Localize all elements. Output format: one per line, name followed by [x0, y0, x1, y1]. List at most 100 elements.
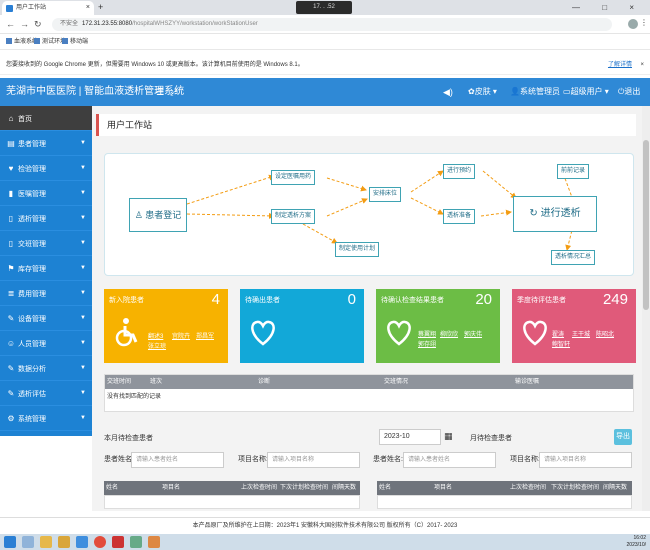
forward-arrow-icon[interactable]: → — [20, 18, 29, 30]
fullscreen-icon[interactable]: ⤢ — [170, 78, 177, 106]
new-tab-button[interactable]: + — [98, 1, 103, 13]
sidebar-item-system[interactable]: ⚙ 系统管理 ▼ — [0, 406, 92, 431]
sidebar-item-home[interactable]: ⌂ 首页 — [0, 106, 92, 131]
sidebar-item-devices[interactable]: ✎ 设备管理 ▼ — [0, 306, 92, 331]
tab-close-icon[interactable]: × — [86, 1, 90, 15]
document-icon: ▯ — [8, 214, 14, 223]
column-header[interactable]: 项目名 — [162, 481, 180, 495]
folder-icon[interactable] — [40, 536, 52, 548]
node-make-usage[interactable]: 制定使用计划 — [335, 242, 380, 257]
close-icon[interactable]: × — [640, 55, 644, 75]
sidebar-item-orders[interactable]: ▮ 医嘱管理 ▼ — [0, 181, 92, 206]
scrollbar-thumb[interactable] — [643, 140, 649, 310]
menu-dots-icon[interactable]: ⋮ — [640, 18, 648, 27]
item-name-input-left[interactable]: 请输入项目名称 — [267, 452, 360, 468]
column-header[interactable]: 交班时间 — [107, 375, 131, 389]
column-header[interactable]: 下次计划检查时间 — [280, 481, 328, 495]
node-prepare[interactable]: 透析准备 — [443, 209, 476, 224]
address-bar-row: ← → ↻ 不安全 172.31.23.55:8080/hospitalWHSZY… — [0, 15, 650, 34]
node-summary[interactable]: 透析情况汇总 — [551, 250, 596, 265]
sidebar-item-dialysis[interactable]: ▯ 透析管理 ▼ — [0, 206, 92, 231]
app-icon[interactable] — [112, 536, 124, 548]
column-header[interactable]: 上次检查时间 — [510, 481, 546, 495]
column-header[interactable]: 姓名 — [106, 481, 118, 495]
speaker-icon[interactable]: ◀) — [443, 78, 453, 106]
ie-icon[interactable] — [22, 536, 34, 548]
column-header[interactable]: 间隔天数 — [603, 481, 627, 495]
stat-card-quarterly-assessment[interactable]: 季度待评估患者 249 翟涛 王干城 陈昭北 鲍智轩 — [512, 289, 636, 363]
start-icon[interactable] — [4, 536, 16, 548]
column-header[interactable]: 班次 — [150, 375, 162, 389]
taskbar-clock[interactable]: 16:02 2023/10/ — [627, 535, 646, 549]
item-name-input-right[interactable]: 请输入项目名称 — [539, 452, 632, 468]
menu-toggle-icon[interactable]: ☰ — [156, 78, 164, 106]
node-patient-register[interactable]: ♙ 患者登记 — [129, 198, 187, 232]
logout-button[interactable]: ⏻退出 — [618, 78, 640, 106]
sidebar-item-lab[interactable]: ♥ 检验管理 ▼ — [0, 156, 92, 181]
patient-name-input-left[interactable]: 请输入患者姓名 — [131, 452, 224, 468]
vertical-scrollbar[interactable] — [642, 106, 650, 511]
app-icon[interactable] — [130, 536, 142, 548]
column-header[interactable]: 项目名 — [434, 481, 452, 495]
sidebar-item-handover[interactable]: ▯ 交班管理 ▼ — [0, 231, 92, 256]
column-header[interactable]: 下次计划检查时间 — [551, 481, 599, 495]
patient-link[interactable]: 王干城 — [572, 329, 590, 338]
sidebar-item-inventory[interactable]: ⚑ 库存管理 ▼ — [0, 256, 92, 281]
column-header[interactable]: 姓名 — [379, 481, 391, 495]
patient-link[interactable]: 郭存翊 — [418, 339, 436, 348]
node-set-orders[interactable]: 设定医嘱用药 — [271, 170, 316, 185]
stat-card-pending-discharge[interactable]: 待确出患者 0 — [240, 289, 364, 363]
sidebar-item-analysis[interactable]: ✎ 数据分析 ▼ — [0, 356, 92, 381]
remote-session-bar[interactable]: 17. . .52 — [296, 1, 352, 14]
node-schedule[interactable]: 安排床位 — [369, 187, 402, 202]
stat-card-pending-results[interactable]: 待确认检查结果患者 20 蔡翼翔 柳欣欣 郭庆伟 郭存翊 — [376, 289, 500, 363]
node-do-dialysis[interactable]: ↻ 进行透析 — [513, 196, 597, 232]
back-arrow-icon[interactable]: ← — [6, 18, 15, 30]
column-header[interactable]: 诊断 — [258, 375, 270, 389]
patient-link[interactable]: 翻述3 — [148, 331, 163, 340]
node-make-plan[interactable]: 制定透析方案 — [271, 209, 316, 224]
window-controls[interactable]: — □ × — [572, 0, 644, 15]
stat-card-new-patients[interactable]: 新入院患者 4 翻述3 宫院卉 郑昌军 张立琼 — [104, 289, 228, 363]
node-pre-record[interactable]: 前前记录 — [557, 164, 590, 179]
patient-link[interactable]: 柳欣欣 — [440, 329, 458, 338]
profile-icon[interactable] — [628, 19, 638, 29]
sidebar-item-patients[interactable]: ▤ 患者管理 ▼ — [0, 131, 92, 156]
sidebar-item-staff[interactable]: ☺ 人员管理 ▼ — [0, 331, 92, 356]
patient-link[interactable]: 郭庆伟 — [464, 329, 482, 338]
sidebar-item-assessment[interactable]: ✎ 透析评估 ▼ — [0, 381, 92, 406]
main-content: 用户工作站 ♙ 患者登记 设定医嘱用药 制定透析方案 制定使用计划 安排床位 进… — [92, 106, 642, 511]
patient-link[interactable]: 陈昭北 — [596, 329, 614, 338]
chrome-icon[interactable] — [94, 536, 106, 548]
patient-link[interactable]: 宫院卉 — [172, 331, 190, 340]
page-title: 用户工作站 — [96, 114, 636, 136]
sidebar-item-fees[interactable]: ≣ 费用管理 ▼ — [0, 281, 92, 306]
skin-menu[interactable]: ✿皮肤 ▾ — [468, 78, 497, 106]
month-input[interactable]: 2023-10 — [379, 429, 441, 445]
app-icon[interactable] — [148, 536, 160, 548]
reload-icon[interactable]: ↻ — [34, 18, 42, 30]
user-menu[interactable]: 👤系统管理员 — [510, 78, 560, 106]
node-appointment[interactable]: 进行预约 — [443, 164, 476, 179]
folder-icon[interactable] — [58, 536, 70, 548]
role-menu[interactable]: ▭超级用户 ▾ — [563, 78, 609, 106]
patient-link[interactable]: 张立琼 — [148, 341, 166, 350]
column-header[interactable]: 上次检查时间 — [241, 481, 277, 495]
learn-more-link[interactable]: 了解详情 — [608, 55, 632, 75]
patient-link[interactable]: 郑昌军 — [196, 331, 214, 340]
patient-link[interactable]: 鲍智轩 — [552, 339, 570, 348]
patient-link[interactable]: 蔡翼翔 — [418, 329, 436, 338]
column-header[interactable]: 间隔天数 — [332, 481, 356, 495]
export-button[interactable]: 导出 — [614, 429, 632, 445]
patient-name-input-right[interactable]: 请输入患者姓名 — [403, 452, 496, 468]
flag-icon: ⚑ — [7, 264, 15, 273]
patient-link[interactable]: 翟涛 — [552, 329, 564, 338]
bookmark-item[interactable]: 移动端 — [62, 34, 88, 50]
browser-tab[interactable]: 用户工作站 × — [2, 1, 94, 15]
calendar-icon[interactable]: ▦ — [444, 431, 453, 442]
url-field[interactable]: 不安全 172.31.23.55:8080/hospitalWHSZYY/work… — [52, 18, 612, 31]
chevron-down-icon: ▼ — [80, 290, 86, 296]
column-header[interactable]: 输诊医嘱 — [515, 375, 539, 389]
app-icon[interactable] — [76, 536, 88, 548]
column-header[interactable]: 交班情况 — [384, 375, 408, 389]
